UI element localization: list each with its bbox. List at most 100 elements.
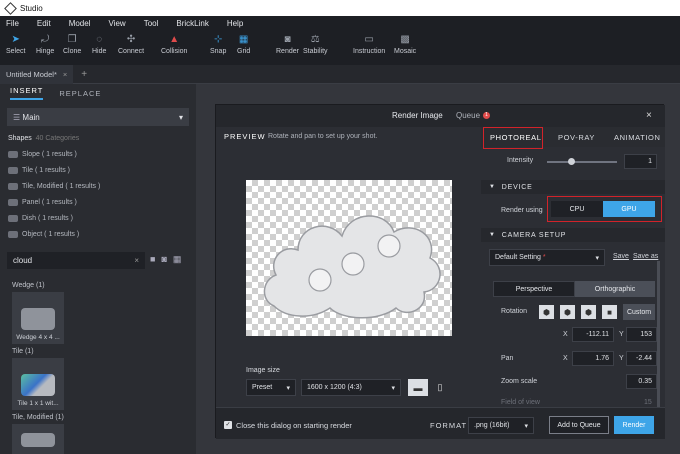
cursor-icon: ➤ <box>11 33 20 45</box>
palette-tabs: INSERT REPLACE <box>0 84 196 102</box>
save-as-link[interactable]: Save as <box>633 253 658 260</box>
result-section-label: Wedge (1) <box>12 282 45 289</box>
clone-tool[interactable]: ❐ Clone <box>63 33 81 56</box>
format-select[interactable]: .png (16bit) ▾ <box>468 417 534 434</box>
rotation-x-input[interactable]: -112.11 <box>572 327 614 342</box>
preset-select[interactable]: Preset ▾ <box>246 379 296 396</box>
landscape-icon: ▬ <box>413 382 423 393</box>
list-view-icon[interactable]: ▦ <box>173 254 182 265</box>
window-title: Studio <box>20 3 43 13</box>
render-tool[interactable]: ◙ Render <box>276 33 299 56</box>
render-preview[interactable] <box>246 180 452 336</box>
add-tab-icon[interactable]: + <box>81 69 87 80</box>
tile-modified-brick-icon <box>21 433 55 447</box>
pan-y-input[interactable]: -2.44 <box>626 351 657 366</box>
menu-bar: File Edit Model View Tool BrickLink Help <box>0 16 680 31</box>
camera-section-header[interactable]: ▼ CAMERA SETUP <box>481 228 665 242</box>
category-item[interactable]: Object ( 1 results ) <box>0 226 196 242</box>
rotation-y-input[interactable]: 153 <box>626 327 657 342</box>
pan-x-input[interactable]: 1.76 <box>572 351 614 366</box>
intensity-slider-track[interactable] <box>547 161 617 163</box>
grid-tool[interactable]: ▦ Grid <box>237 33 250 56</box>
collision-tool[interactable]: ▲ Collision <box>161 33 187 56</box>
close-icon[interactable]: × <box>646 110 652 121</box>
tab-insert[interactable]: INSERT <box>10 86 44 100</box>
camera-view-icon[interactable]: ◙ <box>161 254 166 265</box>
custom-rotation-button[interactable]: Custom <box>623 304 655 320</box>
render-button[interactable]: Render <box>614 416 654 434</box>
category-item[interactable]: Tile, Modified ( 1 results ) <box>0 178 196 194</box>
format-label: FORMAT <box>430 421 468 430</box>
category-item[interactable]: Tile ( 1 results ) <box>0 162 196 178</box>
rotate-view-front-icon[interactable]: ⬢ <box>539 305 554 319</box>
mosaic-tool[interactable]: ▩ Mosaic <box>394 33 416 56</box>
menu-model[interactable]: Model <box>69 19 91 28</box>
close-tab-icon[interactable]: × <box>63 70 67 79</box>
orthographic-option[interactable]: Orthographic <box>575 281 655 297</box>
chevron-down-icon: ▾ <box>391 384 395 392</box>
add-to-queue-button[interactable]: Add to Queue <box>549 416 609 434</box>
intensity-slider-handle[interactable] <box>568 158 575 165</box>
category-item[interactable]: Panel ( 1 results ) <box>0 194 196 210</box>
landscape-button[interactable]: ▬ <box>408 379 428 396</box>
rotate-view-left-icon[interactable]: ⬢ <box>560 305 575 319</box>
queue-tab[interactable]: Queue 1 <box>456 111 491 120</box>
snap-tool[interactable]: ⊹ Snap <box>210 33 226 56</box>
menu-help[interactable]: Help <box>227 19 243 28</box>
clear-search-icon[interactable]: × <box>134 256 139 265</box>
close-on-start-checkbox[interactable]: ✓ <box>224 421 232 429</box>
cloud-tile-preview <box>263 215 441 319</box>
instruction-tool[interactable]: ▭ Instruction <box>353 33 385 56</box>
menu-tool[interactable]: Tool <box>144 19 159 28</box>
category-item[interactable]: Slope ( 1 results ) <box>0 146 196 162</box>
shapes-header: Shapes 40 Categories <box>8 134 80 142</box>
photoreal-highlight <box>483 127 543 149</box>
tab-pov-ray[interactable]: POV-RAY <box>558 133 595 142</box>
menu-file[interactable]: File <box>6 19 19 28</box>
camera-setting-select[interactable]: Default Setting * ▾ <box>489 249 605 266</box>
perspective-option[interactable]: Perspective <box>493 281 575 297</box>
collision-icon: ▲ <box>169 33 180 45</box>
connect-icon: ✣ <box>126 33 136 45</box>
stability-tool[interactable]: ⚖ Stability <box>303 33 328 56</box>
intensity-input[interactable]: 1 <box>624 154 657 169</box>
palette-icon: ☰ <box>13 112 23 122</box>
category-item[interactable]: Dish ( 1 results ) <box>0 210 196 226</box>
device-section-header[interactable]: ▼ DEVICE <box>481 180 665 194</box>
wedge-brick-icon <box>21 308 55 330</box>
queue-count-badge: 1 <box>483 112 491 119</box>
panel-icon <box>8 198 18 206</box>
collapse-icon: ▼ <box>489 232 496 238</box>
object-icon <box>8 230 18 238</box>
hinge-tool[interactable]: ⤾ Hinge <box>36 33 54 56</box>
rotate-view-right-icon[interactable]: ⬢ <box>581 305 596 319</box>
main-toolbar: ➤ Select ⤾ Hinge ❐ Clone ◌ Hide ✣ Connect ▲ Co… <box>0 31 680 65</box>
grid-view-icon[interactable]: ■ <box>150 254 155 265</box>
portrait-button[interactable]: ▯ <box>430 379 450 396</box>
hide-icon: ◌ <box>96 33 103 45</box>
document-tab[interactable]: Untitled Model* × <box>0 64 74 84</box>
connect-tool[interactable]: ✣ Connect <box>118 33 144 56</box>
part-search-input[interactable]: cloud × <box>7 252 145 269</box>
dialog-title[interactable]: Render Image <box>392 111 443 120</box>
rotate-view-top-icon[interactable]: ■ <box>602 305 617 319</box>
preview-label: PREVIEW <box>224 132 266 141</box>
render-using-label: Render using <box>501 207 543 214</box>
menu-bricklink[interactable]: BrickLink <box>176 19 208 28</box>
tab-animation[interactable]: ANIMATION <box>614 133 661 142</box>
menu-edit[interactable]: Edit <box>37 19 51 28</box>
result-tile-modified[interactable] <box>12 424 64 454</box>
result-section-label: Tile (1) <box>12 348 34 355</box>
palette-select[interactable]: ☰ Main ▾ <box>7 108 189 126</box>
hide-tool[interactable]: ◌ Hide <box>92 33 106 56</box>
select-tool[interactable]: ➤ Select <box>6 33 25 56</box>
save-link[interactable]: Save <box>613 253 629 260</box>
result-wedge[interactable]: Wedge 4 x 4 ... <box>12 292 64 344</box>
settings-scrollbar[interactable] <box>657 261 660 411</box>
zoom-scale-input[interactable]: 0.35 <box>626 374 657 389</box>
portrait-icon: ▯ <box>437 382 443 392</box>
result-tile[interactable]: Tile 1 x 1 wit... <box>12 358 64 410</box>
menu-view[interactable]: View <box>108 19 125 28</box>
tab-replace[interactable]: REPLACE <box>59 89 101 98</box>
resolution-select[interactable]: 1600 x 1200 (4:3) ▾ <box>301 379 401 396</box>
